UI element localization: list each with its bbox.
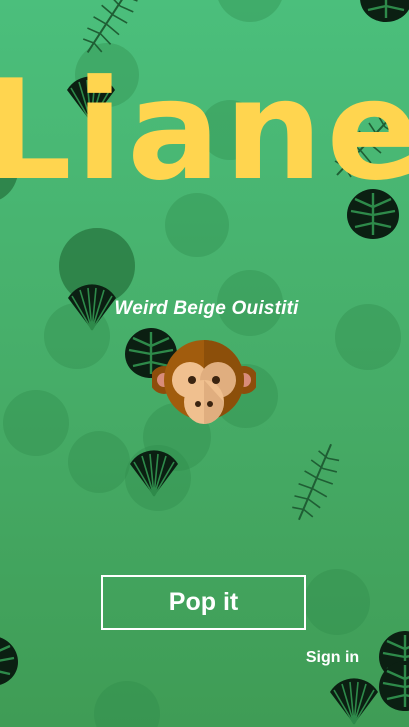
app-logo: Liane (0, 50, 409, 200)
sign-in-link[interactable]: Sign in (300, 649, 365, 667)
generated-name-text: Weird Beige Ouistiti (114, 298, 299, 319)
monkey-face-icon (152, 340, 256, 424)
pop-it-button[interactable]: Pop it (101, 575, 306, 630)
app-logo-text: Liane (0, 50, 409, 200)
generated-name: Weird Beige Ouistiti (0, 298, 409, 320)
